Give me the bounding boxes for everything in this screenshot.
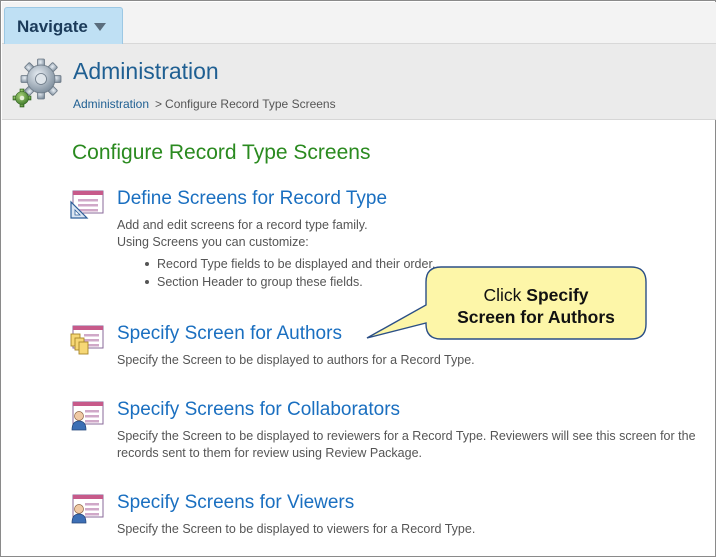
specify-collaborators-link[interactable]: Specify Screens for Collaborators [117, 399, 400, 421]
callout-bold-2: Screen for Authors [457, 307, 615, 327]
navigate-menu-button[interactable]: Navigate [4, 7, 123, 45]
app-frame: Navigate Administration Administration >… [0, 0, 716, 557]
gear-icon [12, 58, 62, 108]
breadcrumb-separator: > [155, 97, 163, 111]
define-screens-link[interactable]: Define Screens for Record Type [117, 188, 387, 210]
caret-down-icon [93, 22, 106, 31]
page-title: Configure Record Type Screens [72, 141, 371, 164]
callout-text: Click Specify Screen for Authors [429, 284, 643, 328]
specify-authors-link[interactable]: Specify Screen for Authors [117, 323, 342, 345]
header-title: Administration [73, 58, 219, 84]
breadcrumb-current: Configure Record Type Screens [165, 97, 336, 111]
callout-prefix: Click [483, 285, 527, 305]
page-header: Administration Administration > Configure … [2, 44, 716, 120]
description-line: Using Screens you can customize: [117, 235, 309, 249]
breadcrumb: Administration > Configure Record Type Scr… [73, 97, 336, 111]
description-line: Add and edit screens for a record type f… [117, 218, 368, 232]
specify-collaborators-description: Specify the Screen to be displayed to re… [117, 429, 696, 460]
specify-viewers-link[interactable]: Specify Screens for Viewers [117, 492, 354, 514]
specify-viewers-description: Specify the Screen to be displayed to vi… [117, 522, 476, 536]
callout-bold-1: Specify [526, 285, 589, 305]
author-documents-icon [70, 325, 104, 355]
collaborator-user-icon [71, 401, 104, 431]
top-nav-bar: Navigate [2, 2, 716, 45]
breadcrumb-link-administration[interactable]: Administration [73, 97, 149, 111]
viewer-user-icon [71, 494, 104, 524]
screen-ruler-icon [70, 190, 104, 219]
navigate-label: Navigate [17, 16, 88, 36]
specify-authors-description: Specify the Screen to be displayed to au… [117, 353, 475, 367]
